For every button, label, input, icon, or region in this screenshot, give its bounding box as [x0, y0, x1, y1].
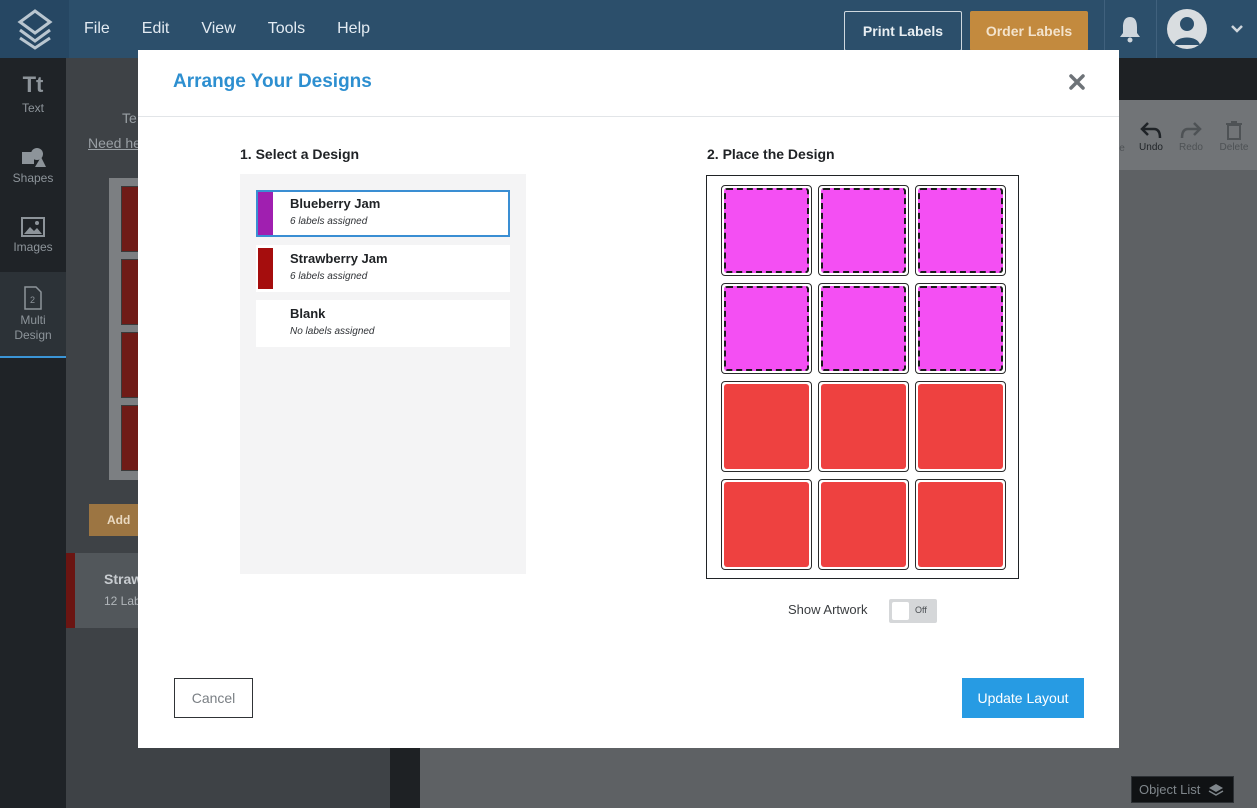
design-assigned-count: 6 labels assigned — [290, 216, 368, 227]
label-slot-blueberry[interactable] — [721, 283, 812, 374]
undo-icon — [1140, 122, 1162, 139]
add-design-button[interactable]: Add — [89, 504, 141, 536]
menu-tools[interactable]: Tools — [268, 20, 305, 38]
label-slot-strawberry[interactable] — [818, 381, 909, 472]
label-sheet — [706, 175, 1019, 579]
label-fill — [918, 286, 1003, 371]
label-fill — [821, 286, 906, 371]
design-card[interactable] — [66, 553, 138, 628]
design-card-subtitle: 12 Lab — [104, 594, 141, 608]
multi-design-icon: 2 — [24, 285, 42, 310]
text-icon: Tt — [22, 71, 44, 97]
tool-label: Delete — [1219, 142, 1249, 153]
design-item-strawberry-jam[interactable]: Strawberry Jam 6 labels assigned — [256, 245, 510, 292]
label-slot-strawberry[interactable] — [915, 381, 1006, 472]
design-name: Blueberry Jam — [290, 196, 381, 211]
shapes-icon — [22, 147, 46, 167]
toggle-state: Off — [915, 605, 927, 615]
label-fill — [918, 482, 1003, 567]
layers-logo-icon — [16, 9, 53, 50]
undo-button[interactable]: Undo — [1131, 120, 1171, 153]
design-list: Blueberry Jam 6 labels assigned Strawber… — [240, 174, 526, 574]
label-slot-blueberry[interactable] — [721, 185, 812, 276]
design-color-swatch — [258, 303, 273, 344]
label-slot-strawberry[interactable] — [721, 381, 812, 472]
menu-view[interactable]: View — [201, 20, 235, 38]
label-fill — [724, 482, 809, 567]
tool-label: Redo — [1179, 142, 1203, 153]
label-slot-strawberry[interactable] — [721, 479, 812, 570]
help-link[interactable]: Need he — [88, 135, 141, 151]
label-fill — [821, 482, 906, 567]
dialog-title: Arrange Your Designs — [173, 71, 372, 92]
user-icon — [1174, 17, 1200, 45]
redo-icon — [1180, 122, 1202, 139]
show-artwork-toggle[interactable]: Off — [889, 599, 937, 623]
rail-label: Shapes — [12, 170, 54, 185]
label-fill — [821, 188, 906, 273]
design-name: Blank — [290, 306, 326, 321]
menu-file[interactable]: File — [84, 20, 110, 38]
label-fill — [821, 384, 906, 469]
tool-label: Undo — [1139, 142, 1163, 153]
tool-label: e — [1119, 143, 1125, 154]
cancel-button[interactable]: Cancel — [174, 678, 253, 718]
label-slot-blueberry[interactable] — [818, 283, 909, 374]
design-assigned-count: No labels assigned — [290, 326, 375, 337]
menu-help[interactable]: Help — [337, 20, 370, 38]
update-layout-button[interactable]: Update Layout — [962, 678, 1084, 718]
dialog-header: Arrange Your Designs — [138, 50, 1119, 117]
order-labels-button[interactable]: Order Labels — [970, 11, 1088, 51]
label-fill — [724, 188, 809, 273]
rail-item-images[interactable]: Images — [0, 200, 66, 270]
chevron-down-icon[interactable] — [1228, 20, 1246, 38]
panel-title: Te — [122, 110, 137, 126]
rail-label: Text — [21, 100, 44, 115]
trash-icon — [1226, 121, 1242, 140]
close-icon[interactable] — [1064, 69, 1090, 95]
rail-item-text[interactable]: Tt Text — [0, 58, 66, 128]
rail-label: Multi Design — [14, 312, 52, 342]
design-card-title: Straw — [104, 571, 143, 587]
label-fill — [918, 188, 1003, 273]
layers-icon — [1209, 783, 1224, 796]
design-color-swatch — [258, 192, 273, 235]
notifications-bell-icon[interactable] — [1115, 14, 1145, 44]
design-name: Strawberry Jam — [290, 251, 388, 266]
design-item-blank[interactable]: Blank No labels assigned — [256, 300, 510, 347]
print-labels-button[interactable]: Print Labels — [844, 11, 962, 51]
object-list-button[interactable]: Object List — [1131, 776, 1234, 803]
app-logo[interactable] — [0, 0, 69, 58]
design-assigned-count: 6 labels assigned — [290, 271, 368, 282]
step-place-heading: 2. Place the Design — [707, 146, 835, 162]
header-divider — [1156, 0, 1157, 58]
menu-edit[interactable]: Edit — [142, 20, 170, 38]
design-color-swatch — [258, 248, 273, 289]
object-list-label: Object List — [1139, 782, 1201, 797]
redo-button[interactable]: Redo — [1171, 120, 1211, 153]
rail-item-shapes[interactable]: Shapes — [0, 130, 66, 200]
arrange-designs-dialog: Arrange Your Designs 1. Select a Design … — [138, 50, 1119, 748]
toggle-knob — [892, 602, 909, 620]
label-slot-strawberry[interactable] — [818, 479, 909, 570]
tool-rail: Tt Text Shapes Images 2 Multi Design — [0, 58, 66, 808]
label-fill — [724, 384, 809, 469]
label-slot-blueberry[interactable] — [915, 283, 1006, 374]
show-artwork-label: Show Artwork — [788, 602, 868, 617]
step-select-heading: 1. Select a Design — [240, 146, 360, 162]
svg-text:2: 2 — [30, 295, 35, 305]
images-icon — [21, 216, 45, 237]
rail-label: Images — [13, 239, 53, 254]
user-avatar[interactable] — [1167, 9, 1207, 49]
label-slot-blueberry[interactable] — [818, 185, 909, 276]
label-slot-strawberry[interactable] — [915, 479, 1006, 570]
rail-item-multi-design[interactable]: 2 Multi Design — [0, 272, 66, 358]
label-slot-blueberry[interactable] — [915, 185, 1006, 276]
label-fill — [918, 384, 1003, 469]
delete-button[interactable]: Delete — [1214, 120, 1254, 153]
label-fill — [724, 286, 809, 371]
design-item-blueberry-jam[interactable]: Blueberry Jam 6 labels assigned — [256, 190, 510, 237]
